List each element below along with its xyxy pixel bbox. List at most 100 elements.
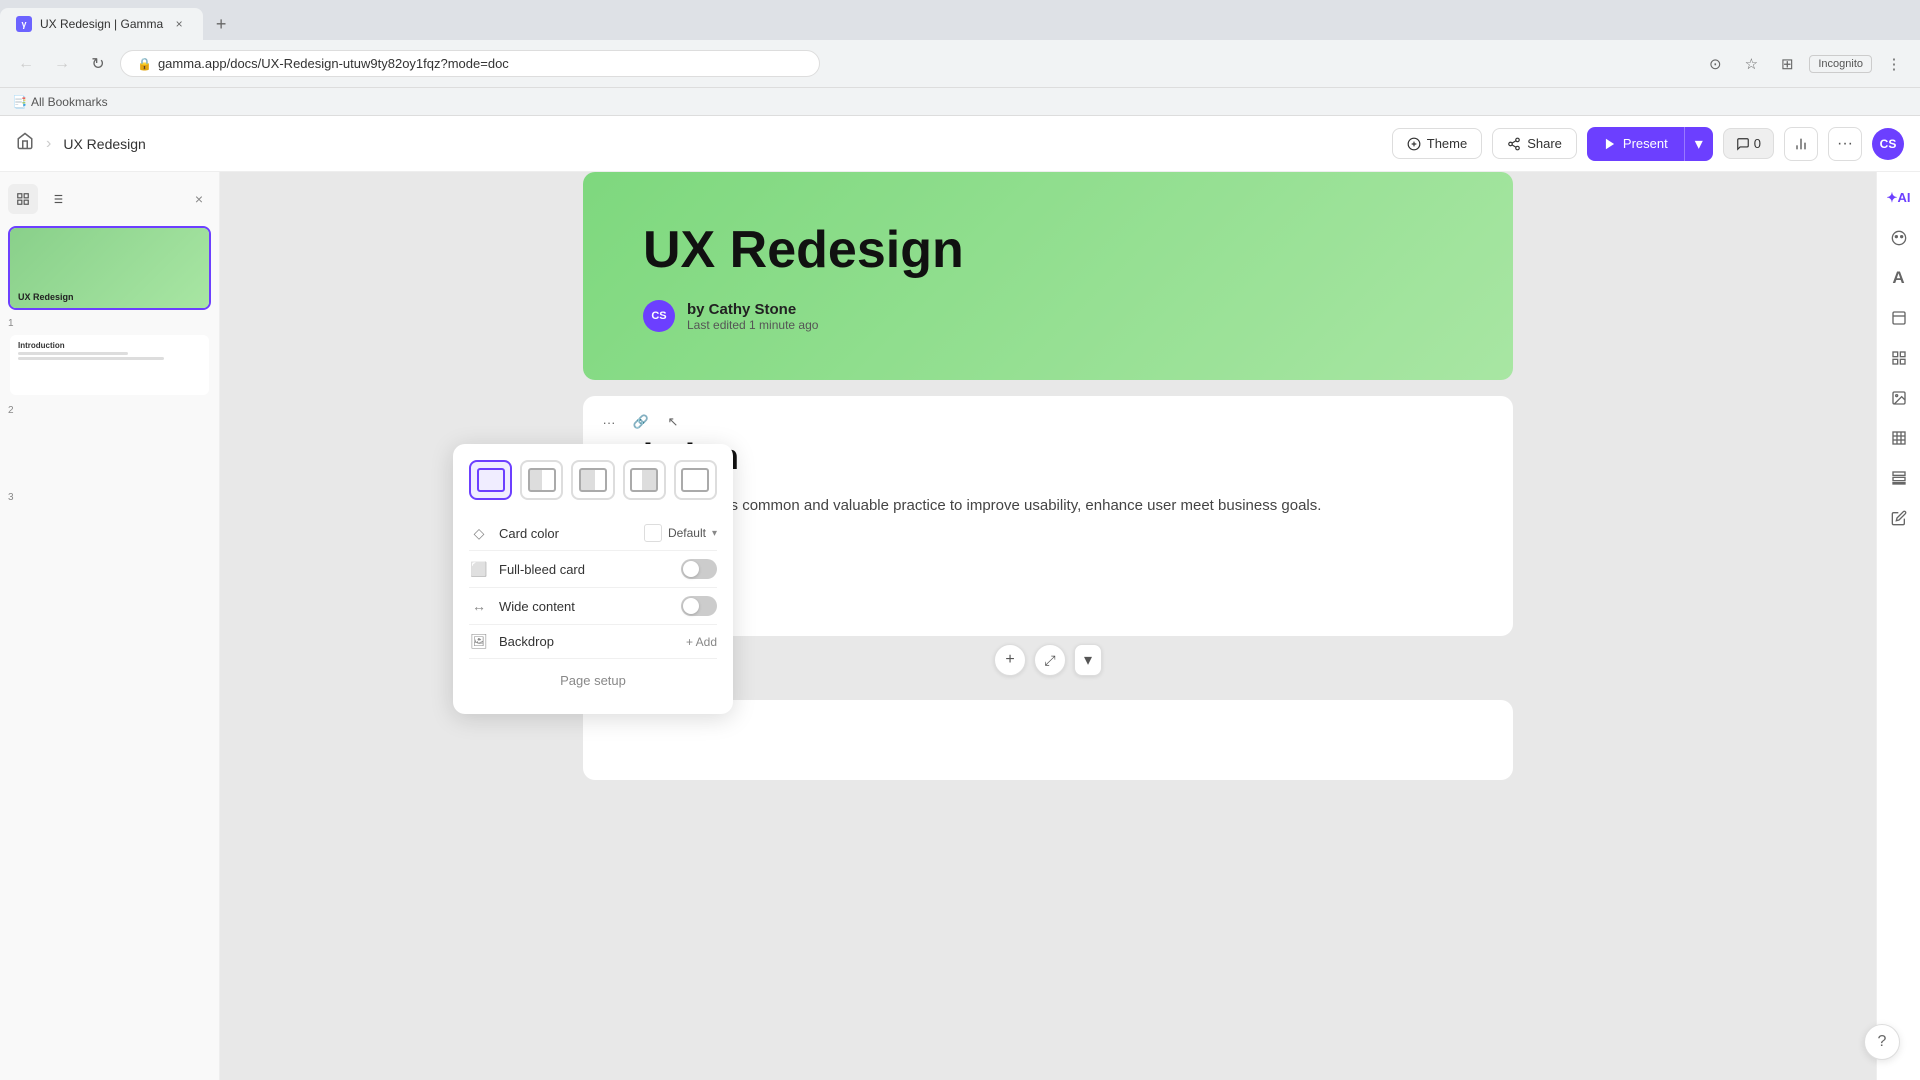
user-avatar[interactable]: CS [1872, 128, 1904, 160]
slide-thumbnail-3[interactable] [8, 420, 211, 484]
full-bleed-label: Full-bleed card [499, 562, 671, 577]
card-toolbar: ··· 🔗 ↖ [595, 408, 687, 436]
reorder-button[interactable]: ⤢ [1034, 644, 1066, 676]
wide-content-label: Wide content [499, 599, 671, 614]
layout-split-button[interactable] [571, 460, 614, 500]
tab-title: UX Redesign | Gamma [40, 17, 163, 31]
slide-1-preview: UX Redesign [10, 228, 209, 308]
between-cards-controls: + ⤢ ▾ [994, 636, 1102, 684]
full-bleed-toggle-knob [683, 561, 699, 577]
layout-left-half-button[interactable] [520, 460, 563, 500]
card-more-button[interactable]: ··· [595, 408, 623, 436]
slide-2-line-2 [18, 357, 164, 360]
theme-button-label: Theme [1427, 136, 1467, 151]
table-icon[interactable] [1881, 420, 1917, 456]
section-title: iction [643, 436, 1453, 478]
card-link-button[interactable]: 🔗 [627, 408, 655, 436]
theme-button[interactable]: Theme [1392, 128, 1482, 159]
chart-icon-button[interactable] [1784, 127, 1818, 161]
grid-icon[interactable] [1881, 340, 1917, 376]
content-area: UX Redesign CS by Cathy Stone Last edite… [220, 172, 1876, 1080]
new-tab-button[interactable]: + [207, 10, 235, 38]
slide-thumbnail-1[interactable]: UX Redesign [8, 226, 211, 310]
card-dropdown-button[interactable]: ▾ [1074, 644, 1102, 676]
app-header: › UX Redesign Theme Share Present ▾ 0 [0, 116, 1920, 172]
edit-icon[interactable] [1881, 500, 1917, 536]
layout-left-half-icon [528, 468, 556, 492]
reload-button[interactable]: ↻ [84, 50, 112, 78]
slide-2-number: 2 [0, 403, 219, 420]
list-view-button[interactable] [42, 184, 72, 214]
card-cursor-button[interactable]: ↖ [659, 408, 687, 436]
star-icon[interactable]: ☆ [1737, 50, 1765, 78]
text-icon[interactable]: A [1881, 260, 1917, 296]
help-button[interactable]: ? [1864, 1024, 1900, 1060]
slide-2-preview: Introduction [10, 335, 209, 395]
card-color-row: ◇ Card color Default ▾ [469, 516, 717, 551]
slide-3-preview [10, 422, 209, 482]
layout-right-button[interactable] [623, 460, 666, 500]
present-dropdown-arrow[interactable]: ▾ [1684, 127, 1713, 161]
comments-button[interactable]: 0 [1723, 128, 1774, 159]
layout-options-row [469, 460, 717, 500]
address-bar[interactable]: 🔒 gamma.app/docs/UX-Redesign-utuw9ty82oy… [120, 50, 820, 77]
stack-icon[interactable] [1881, 460, 1917, 496]
slide-3-number: 3 [0, 490, 219, 507]
tab-favicon: γ [16, 16, 32, 32]
menu-icon[interactable]: ⋮ [1880, 50, 1908, 78]
ai-button[interactable]: ✦AI [1881, 180, 1917, 216]
image-right-icon[interactable] [1881, 380, 1917, 416]
slide-thumbnail-2[interactable]: Introduction [8, 333, 211, 397]
active-tab[interactable]: γ UX Redesign | Gamma × [0, 8, 203, 40]
wide-content-toggle[interactable] [681, 596, 717, 616]
layout-full-icon [477, 468, 505, 492]
author-name: by Cathy Stone [687, 301, 818, 318]
full-bleed-row: ⬜ Full-bleed card [469, 551, 717, 588]
lens-icon[interactable]: ⊙ [1701, 50, 1729, 78]
slide-1-number: 1 [0, 316, 219, 333]
wide-content-toggle-knob [683, 598, 699, 614]
back-button[interactable]: ← [12, 50, 40, 78]
breadcrumb-separator: › [46, 135, 51, 153]
present-button[interactable]: Present ▾ [1587, 127, 1713, 161]
full-bleed-toggle[interactable] [681, 559, 717, 579]
color-swatch [644, 524, 662, 542]
image-icon: 🖼 [469, 633, 489, 650]
add-card-button[interactable]: + [994, 644, 1026, 676]
sidebar-close-button[interactable]: × [187, 187, 211, 211]
slides-sidebar: × UX Redesign 1 Introduction 2 [0, 172, 220, 1080]
layout-split-icon [579, 468, 607, 492]
doc-title: UX Redesign [63, 136, 146, 152]
color-palette-icon[interactable] [1881, 220, 1917, 256]
extension-icon[interactable]: ⊞ [1773, 50, 1801, 78]
arrows-icon: ↔ [469, 598, 489, 614]
edit-timestamp: Last edited 1 minute ago [687, 318, 818, 332]
layout-minimal-icon [681, 468, 709, 492]
bookmarks-icon: 📑 [12, 95, 27, 109]
slide-2-label: Introduction [18, 341, 201, 350]
home-button[interactable] [16, 132, 34, 155]
backdrop-row: 🖼 Backdrop + Add [469, 625, 717, 659]
more-options-button[interactable]: ··· [1828, 127, 1862, 161]
backdrop-add-button[interactable]: + Add [686, 635, 717, 649]
slide-2-line-1 [18, 352, 128, 355]
diamond-icon: ◇ [469, 525, 489, 542]
layout-icon[interactable] [1881, 300, 1917, 336]
card-color-label: Card color [499, 526, 634, 541]
present-button-label: Present [1623, 136, 1668, 151]
tab-close-button[interactable]: × [171, 16, 187, 32]
forward-button[interactable]: → [48, 50, 76, 78]
backdrop-label: Backdrop [499, 634, 676, 649]
incognito-badge: Incognito [1809, 55, 1872, 73]
layout-full-button[interactable] [469, 460, 512, 500]
card-color-value: Default [668, 526, 706, 540]
card-color-picker[interactable]: Default ▾ [644, 524, 717, 542]
cover-title: UX Redesign [643, 220, 1453, 280]
share-button[interactable]: Share [1492, 128, 1577, 159]
cover-card: UX Redesign CS by Cathy Stone Last edite… [583, 172, 1513, 380]
grid-view-button[interactable] [8, 184, 38, 214]
share-button-label: Share [1527, 136, 1562, 151]
layout-minimal-button[interactable] [674, 460, 717, 500]
page-setup-button[interactable]: Page setup [469, 663, 717, 698]
card-options-popup: ◇ Card color Default ▾ ⬜ Full-bleed card [453, 444, 733, 714]
